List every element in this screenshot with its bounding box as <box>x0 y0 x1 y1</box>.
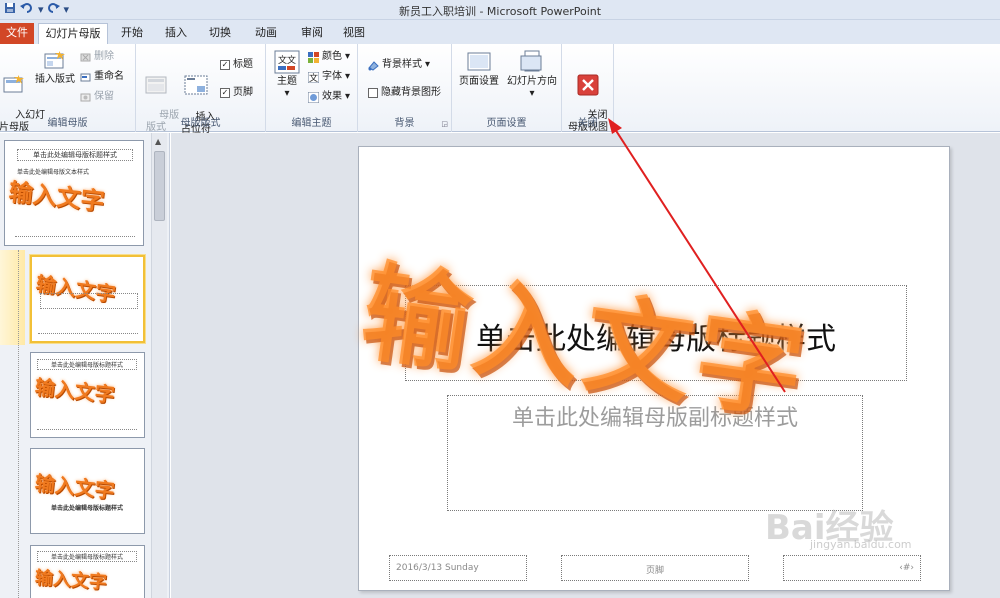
background-styles-dropdown-icon: ▾ <box>425 59 431 70</box>
fonts-icon: 文 <box>308 71 319 83</box>
slide-orientation-button[interactable]: 幻灯片方向 ▾ <box>504 50 560 100</box>
rename-button[interactable]: 重命名 <box>80 70 124 84</box>
close-icon <box>577 74 599 96</box>
svg-text:文: 文 <box>309 72 318 83</box>
preserve-icon <box>80 93 91 101</box>
tab-view[interactable]: 视图 <box>336 23 372 44</box>
group-edit-master: 入幻灯 片母版 插入版式 删除 重命名 保留 编辑母版 <box>0 44 136 133</box>
footer-check-icon: ✓ <box>220 88 230 98</box>
thumbnail-wordart: 输入文字 <box>7 178 106 216</box>
selected-row-highlight <box>0 250 25 345</box>
thumbnail-wordart: 输入文字 <box>33 470 116 504</box>
group-page-setup: 页面设置 幻灯片方向 ▾ 页面设置 <box>452 44 562 132</box>
master-layout-icon <box>145 76 167 94</box>
group-master-layout: 母版 版式 插入 占位符 ▾ ✓ 标题 ✓ 页脚 母版版式 <box>136 44 266 147</box>
thumbnail-scrollbar[interactable]: ▲ <box>151 133 167 598</box>
effects-icon <box>308 91 319 103</box>
tab-transitions[interactable]: 切换 <box>202 23 238 44</box>
group-label-background: 背景 <box>394 118 415 129</box>
effects-button[interactable]: 效果 ▾ <box>308 90 350 104</box>
colors-icon <box>308 51 319 63</box>
slide-number-icon: ‹#› <box>899 563 914 573</box>
footer-placeholder-text: 页脚 <box>645 566 664 576</box>
thumbnail-layout-5[interactable]: 单击此处编辑母版标题样式 输入文字 <box>30 545 145 598</box>
group-label-page-setup: 页面设置 <box>486 118 527 129</box>
ribbon: 入幻灯 片母版 插入版式 删除 重命名 保留 编辑母版 母版 版式 插入 占位符… <box>0 44 1000 147</box>
thumbnail-title-layout[interactable]: 输入文字 <box>30 255 145 343</box>
rename-icon <box>80 73 91 81</box>
thumbnail-wordart: 输入文字 <box>33 374 116 408</box>
footer-checkbox[interactable]: ✓ 页脚 <box>220 86 253 100</box>
background-styles-icon <box>368 60 379 71</box>
slide-number-placeholder[interactable]: ‹#› <box>783 555 921 581</box>
insert-slide-master-icon <box>3 75 24 93</box>
tab-animations[interactable]: 动画 <box>246 23 286 44</box>
thumbnail-footer-line <box>38 333 138 338</box>
slide-orientation-icon <box>520 50 542 72</box>
hide-background-graphics-checkbox[interactable]: 隐藏背景图形 <box>368 86 441 100</box>
tab-slide-master[interactable]: 幻灯片母版 <box>38 23 108 45</box>
group-background: 背景样式 ▾ 隐藏背景图形 背景 ◲ <box>358 44 452 132</box>
close-master-view-button[interactable]: 关闭 母版视图 <box>564 50 612 146</box>
title-check-icon: ✓ <box>220 60 230 70</box>
master-layout-button[interactable]: 母版 版式 <box>140 50 179 146</box>
thumbnail-title: 单击此处编辑母版标题样式 <box>37 359 137 370</box>
thumbnail-footer-line <box>37 429 137 434</box>
colors-button[interactable]: 颜色 ▾ <box>308 50 350 64</box>
group-label-edit-theme: 编辑主题 <box>291 118 332 129</box>
delete-button[interactable]: 删除 <box>80 50 114 64</box>
date-placeholder[interactable]: 2016/3/13 Sunday <box>389 555 527 581</box>
scrollbar-thumb[interactable] <box>154 151 165 221</box>
theme-button[interactable]: 文文 主题 ▾ <box>270 50 304 100</box>
thumbnail-title: 单击此处编辑母版标题样式 <box>50 505 123 512</box>
thumbnail-slide-master[interactable]: 单击此处编辑母版标题样式 单击此处编辑母版文本样式 输入文字 <box>4 140 144 246</box>
layout-connector-line <box>18 250 19 598</box>
thumbnail-title-box <box>40 293 138 309</box>
ribbon-tabs: 文件 幻灯片母版 开始 插入 切换 动画 审阅 视图 <box>0 20 1000 45</box>
hide-background-check-icon <box>368 88 378 98</box>
tab-home[interactable]: 开始 <box>112 23 152 44</box>
watermark-url: jingyan.baidu.com <box>810 538 912 551</box>
window-title: 新员工入职培训 - Microsoft PowerPoint <box>398 5 602 18</box>
tab-insert[interactable]: 插入 <box>158 23 194 44</box>
fonts-dropdown-icon: ▾ <box>345 71 351 82</box>
date-placeholder-text: 2016/3/13 Sunday <box>396 563 479 573</box>
theme-icon: 文文 <box>274 50 300 74</box>
group-label-master-layout: 母版版式 <box>180 118 221 129</box>
page-setup-button[interactable]: 页面设置 <box>456 50 502 88</box>
insert-slide-master-button[interactable]: 入幻灯 片母版 <box>0 50 45 146</box>
thumbnail-wordart: 输入文字 <box>34 567 108 594</box>
effects-dropdown-icon: ▾ <box>345 91 351 102</box>
group-edit-theme: 文文 主题 ▾ 颜色 ▾ 文 字体 ▾ 效果 ▾ 编辑主题 <box>266 44 358 132</box>
group-label-edit-master: 编辑母版 <box>47 118 88 129</box>
page-setup-icon <box>467 52 491 71</box>
scroll-up-icon[interactable]: ▲ <box>155 137 161 146</box>
theme-dropdown-icon: ▾ <box>284 88 290 99</box>
thumbnail-footer-line <box>15 236 135 242</box>
colors-dropdown-icon: ▾ <box>345 51 351 62</box>
tab-file[interactable]: 文件 <box>0 23 34 44</box>
thumbnail-title: 单击此处编辑母版标题样式 <box>17 149 133 161</box>
insert-placeholder-icon <box>184 75 208 95</box>
fonts-button[interactable]: 文 字体 ▾ <box>308 70 350 84</box>
preserve-button[interactable]: 保留 <box>80 90 114 104</box>
title-bar: ▾ ▾ 新员工入职培训 - Microsoft PowerPoint <box>0 0 1000 20</box>
svg-text:文文: 文文 <box>278 54 296 66</box>
title-checkbox[interactable]: ✓ 标题 <box>220 58 253 72</box>
insert-layout-button[interactable]: 插入版式 <box>34 50 76 86</box>
orientation-dropdown-icon: ▾ <box>529 88 535 99</box>
thumbnail-layout-3[interactable]: 单击此处编辑母版标题样式 输入文字 <box>30 352 145 438</box>
group-label-close: 关闭 <box>577 118 598 129</box>
delete-icon <box>80 53 91 61</box>
thumbnail-layout-4[interactable]: 输入文字 单击此处编辑母版标题样式 <box>30 448 145 534</box>
background-styles-button[interactable]: 背景样式 ▾ <box>368 58 430 72</box>
dialog-launcher-icon[interactable]: ◲ <box>441 120 448 128</box>
group-close: 关闭 母版视图 关闭 <box>562 44 614 133</box>
footer-placeholder[interactable]: 页脚 <box>561 555 749 581</box>
insert-layout-icon <box>44 51 65 69</box>
tab-review[interactable]: 审阅 <box>292 23 332 44</box>
thumbnail-title: 单击此处编辑母版标题样式 <box>37 551 137 562</box>
